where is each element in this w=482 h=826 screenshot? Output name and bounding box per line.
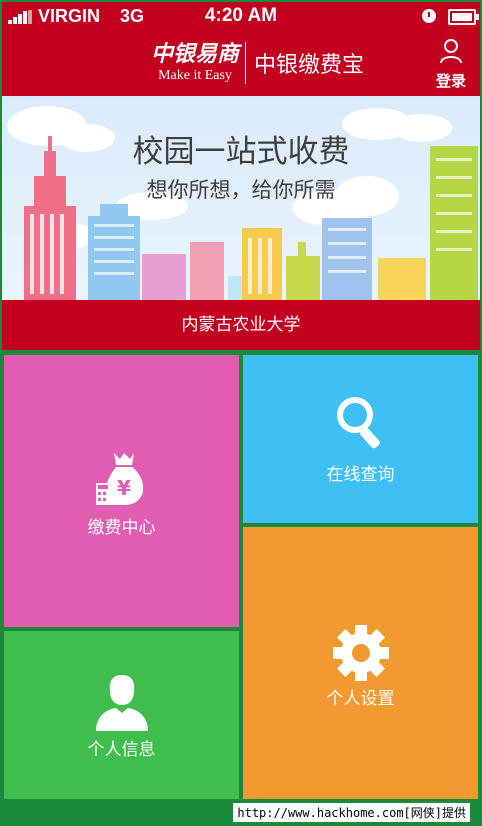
person-icon [96, 675, 148, 731]
promo-banner[interactable]: 校园一站式收费 想你所想，给你所需 [2, 96, 480, 300]
search-icon [337, 397, 380, 449]
footer-bar: http://www.hackhome.com[网侠]提供 [2, 802, 480, 824]
banner-subtitle: 想你所想，给你所需 [146, 178, 336, 202]
online-query-label: 在线查询 [326, 465, 395, 485]
app-header: 中银易商 Make it Easy 中银缴费宝 登录 [2, 30, 480, 96]
online-query-tile[interactable]: 在线查询 [243, 355, 478, 523]
money-bag-icon: ¥ [96, 453, 144, 505]
watermark-credit: http://www.hackhome.com[网侠]提供 [233, 803, 470, 822]
personal-settings-tile[interactable]: 个人设置 [243, 527, 478, 799]
bank-slogan: Make it Easy [158, 68, 232, 83]
personal-info-label: 个人信息 [87, 740, 156, 760]
bank-logo: 中银易商 [150, 41, 239, 67]
status-time: 4:20 AM [204, 5, 278, 26]
user-icon [440, 39, 462, 64]
school-name: 内蒙古农业大学 [2, 300, 480, 350]
personal-info-tile[interactable]: 个人信息 [4, 631, 239, 799]
payment-center-tile[interactable]: ¥ 缴费中心 [4, 355, 239, 627]
banner-title: 校园一站式收费 [132, 134, 350, 170]
payment-center-label: 缴费中心 [87, 518, 156, 538]
app-title: 中银缴费宝 [254, 53, 365, 78]
status-bar: VIRGIN 3G 4:20 AM [2, 2, 480, 30]
battery-icon [448, 9, 479, 25]
rotation-lock-icon [422, 9, 436, 23]
header-divider [245, 42, 246, 84]
login-button[interactable]: 登录 [426, 36, 476, 90]
personal-settings-label: 个人设置 [326, 689, 395, 709]
gear-icon [333, 625, 389, 681]
svg-text:¥: ¥ [117, 476, 131, 500]
login-label: 登录 [435, 72, 466, 90]
